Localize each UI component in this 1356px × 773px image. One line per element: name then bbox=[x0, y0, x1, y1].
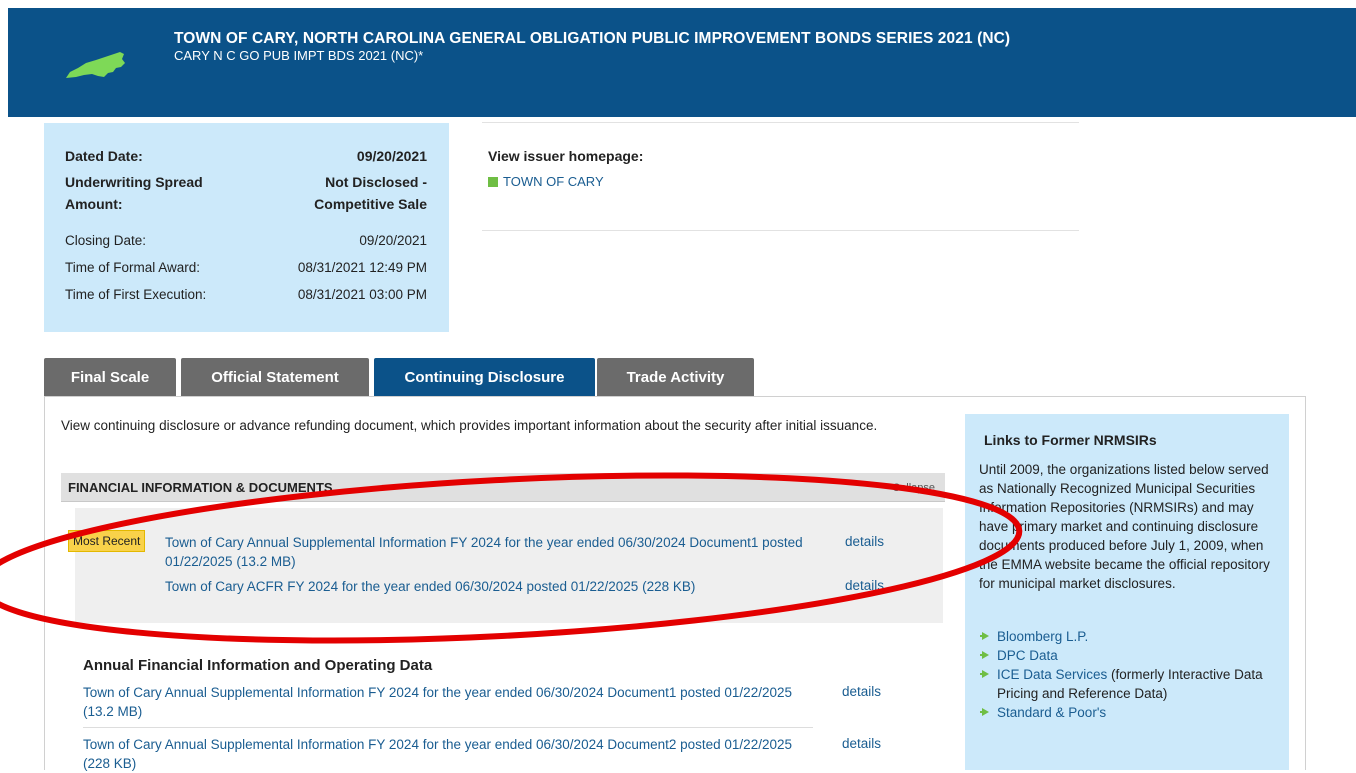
standard-poors-link[interactable]: Standard & Poor's bbox=[997, 705, 1106, 720]
arrow-right-icon bbox=[980, 670, 989, 678]
formal-award-row: Time of Formal Award: 08/31/2021 12:49 P… bbox=[65, 260, 427, 275]
underwriting-spread-value-1: Not Disclosed - bbox=[325, 174, 427, 190]
continuing-disclosure-intro: View continuing disclosure or advance re… bbox=[61, 418, 878, 433]
bloomberg-link[interactable]: Bloomberg L.P. bbox=[997, 629, 1088, 644]
closing-date-label: Closing Date: bbox=[65, 233, 147, 248]
dated-date-value: 09/20/2021 bbox=[356, 148, 427, 164]
bond-dates-panel: Dated Date: 09/20/2021 Underwriting Spre… bbox=[44, 123, 449, 332]
nrmsir-item-sp: Standard & Poor's bbox=[979, 703, 1279, 722]
issuer-divider-top bbox=[482, 122, 1079, 123]
collapse-toggle[interactable]: Collapse bbox=[892, 482, 935, 494]
annual-financial-info-heading: Annual Financial Information and Operati… bbox=[83, 657, 433, 674]
bond-title: TOWN OF CARY, NORTH CAROLINA GENERAL OBL… bbox=[174, 30, 1011, 47]
closing-date-value: 09/20/2021 bbox=[359, 233, 427, 248]
recent-document-link-2[interactable]: Town of Cary ACFR FY 2024 for the year e… bbox=[165, 577, 825, 596]
former-nrmsirs-title: Links to Former NRMSIRs bbox=[984, 432, 1157, 448]
former-nrmsirs-description: Until 2009, the organizations listed bel… bbox=[979, 462, 1270, 591]
annual-document-details-1[interactable]: details bbox=[842, 684, 881, 699]
arrow-right-icon bbox=[980, 632, 989, 640]
tab-trade-activity[interactable]: Trade Activity bbox=[597, 358, 754, 396]
nrmsir-item-dpc: DPC Data bbox=[979, 646, 1279, 665]
dated-date-label: Dated Date: bbox=[65, 148, 143, 164]
nrmsir-item-ice: ICE Data Services (formerly Interactive … bbox=[979, 665, 1279, 703]
annual-document-link-2[interactable]: Town of Cary Annual Supplemental Informa… bbox=[83, 735, 803, 773]
first-execution-label: Time of First Execution: bbox=[65, 287, 207, 302]
formal-award-value: 08/31/2021 12:49 PM bbox=[297, 260, 427, 275]
page-header: TOWN OF CARY, NORTH CAROLINA GENERAL OBL… bbox=[8, 8, 1356, 117]
square-bullet-icon bbox=[488, 176, 498, 187]
recent-document-link-1[interactable]: Town of Cary Annual Supplemental Informa… bbox=[165, 533, 825, 571]
issuer-divider-bottom bbox=[482, 230, 1079, 231]
underwriting-spread-label-2: Amount: bbox=[65, 196, 123, 212]
underwriting-spread-value-2: Competitive Sale bbox=[314, 196, 427, 212]
ice-data-services-link[interactable]: ICE Data Services bbox=[997, 667, 1107, 682]
nrmsir-item-bloomberg: Bloomberg L.P. bbox=[979, 627, 1279, 646]
underwriting-spread-label-1: Underwriting Spread bbox=[65, 174, 203, 190]
issuer-homepage-link[interactable]: TOWN OF CARY bbox=[488, 174, 604, 189]
arrow-right-icon bbox=[980, 708, 989, 716]
formal-award-label: Time of Formal Award: bbox=[65, 260, 201, 275]
recent-document-details-1[interactable]: details bbox=[845, 534, 884, 549]
recent-document-details-2[interactable]: details bbox=[845, 578, 884, 593]
annual-document-details-2[interactable]: details bbox=[842, 736, 881, 751]
annual-document-link-1[interactable]: Town of Cary Annual Supplemental Informa… bbox=[83, 683, 803, 721]
first-execution-value: 08/31/2021 03:00 PM bbox=[297, 287, 427, 302]
dpc-data-link[interactable]: DPC Data bbox=[997, 648, 1058, 663]
issuer-homepage-label: View issuer homepage: bbox=[488, 148, 644, 164]
north-carolina-map-icon bbox=[66, 52, 125, 78]
former-nrmsirs-links: Bloomberg L.P. DPC Data ICE Data Service… bbox=[979, 627, 1279, 722]
closing-date-row: Closing Date: 09/20/2021 bbox=[65, 233, 427, 248]
financial-info-section-header: FINANCIAL INFORMATION & DOCUMENTS Collap… bbox=[61, 473, 945, 502]
issuer-link-text: TOWN OF CARY bbox=[503, 174, 604, 189]
first-execution-row: Time of First Execution: 08/31/2021 03:0… bbox=[65, 287, 427, 302]
tab-final-scale[interactable]: Final Scale bbox=[44, 358, 176, 396]
document-divider bbox=[83, 727, 813, 728]
underwriting-spread-row: Underwriting Spread Amount: Not Disclose… bbox=[65, 171, 427, 215]
arrow-right-icon bbox=[980, 651, 989, 659]
tab-official-statement[interactable]: Official Statement bbox=[181, 358, 369, 396]
financial-info-title: FINANCIAL INFORMATION & DOCUMENTS bbox=[68, 480, 333, 495]
bond-subtitle: CARY N C GO PUB IMPT BDS 2021 (NC)* bbox=[174, 48, 424, 63]
most-recent-badge: Most Recent bbox=[68, 530, 146, 552]
tab-continuing-disclosure[interactable]: Continuing Disclosure bbox=[374, 358, 595, 396]
dated-date-row: Dated Date: 09/20/2021 bbox=[65, 148, 427, 164]
